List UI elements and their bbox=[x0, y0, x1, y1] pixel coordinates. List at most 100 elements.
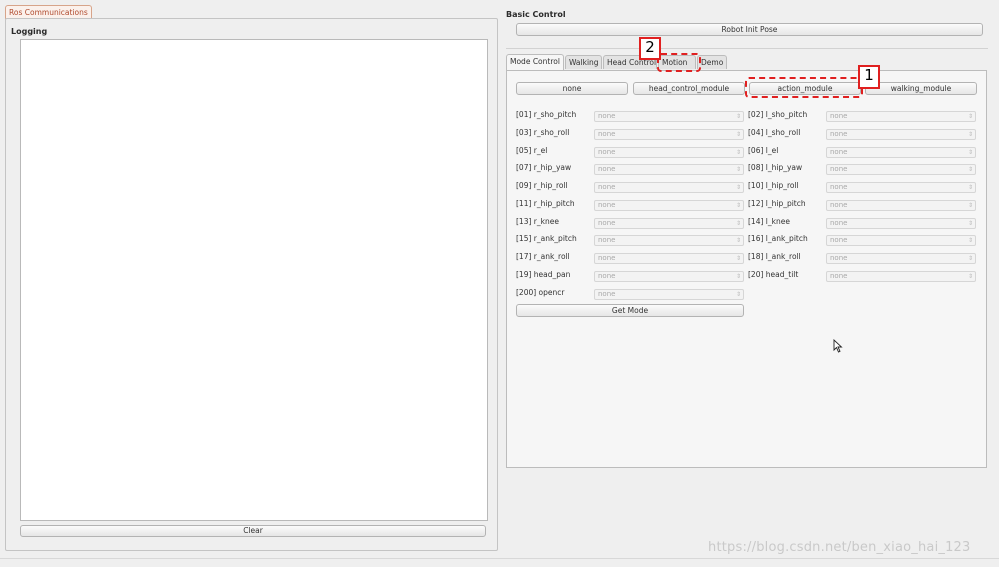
window-bottom-edge bbox=[0, 558, 999, 559]
dropdown-arrow-icon: ⇕ bbox=[735, 113, 741, 120]
joint-label: [10] l_hip_roll bbox=[748, 181, 799, 190]
joint-module-value: none bbox=[830, 218, 848, 227]
joint-module-select[interactable]: none ⇕ bbox=[826, 217, 976, 229]
dropdown-arrow-icon: ⇕ bbox=[967, 148, 973, 156]
joint-module-value: none bbox=[830, 254, 848, 262]
joint-module-value: none bbox=[830, 129, 848, 138]
joint-module-value: none bbox=[598, 129, 616, 138]
joint-module-select[interactable]: none ⇕ bbox=[594, 217, 744, 229]
logging-title: Logging bbox=[11, 27, 48, 36]
joint-module-value: none bbox=[830, 112, 848, 120]
joint-module-value: none bbox=[598, 147, 616, 156]
head-control-module-button[interactable]: head_control_module bbox=[633, 82, 745, 95]
clear-button[interactable]: Clear bbox=[20, 525, 486, 537]
joint-label: [05] r_el bbox=[516, 145, 548, 155]
joint-module-select[interactable]: none ⇕ bbox=[826, 253, 976, 264]
joint-label: [13] r_knee bbox=[516, 216, 559, 226]
joint-module-select[interactable]: none ⇕ bbox=[826, 146, 976, 158]
joint-label: [14] l_knee bbox=[748, 216, 790, 226]
dropdown-arrow-icon: ⇕ bbox=[967, 272, 973, 280]
joint-label: [09] r_hip_roll bbox=[516, 181, 568, 190]
joint-module-select[interactable]: none ⇕ bbox=[826, 128, 976, 140]
joint-module-select[interactable]: none ⇕ bbox=[594, 111, 744, 122]
joint-module-select[interactable]: none ⇕ bbox=[594, 128, 744, 140]
dropdown-arrow-icon: ⇕ bbox=[967, 237, 973, 245]
joint-module-value: none bbox=[598, 200, 616, 209]
joint-label: [11] r_hip_pitch bbox=[516, 198, 575, 208]
dropdown-arrow-icon: ⇕ bbox=[735, 219, 741, 227]
joint-label: [08] l_hip_yaw bbox=[748, 163, 803, 173]
tab-walking[interactable]: Walking bbox=[565, 55, 602, 69]
dropdown-arrow-icon: ⇕ bbox=[735, 184, 741, 191]
joint-label: [07] r_hip_yaw bbox=[516, 163, 572, 173]
tab-ros-communications[interactable]: Ros Communications bbox=[5, 5, 92, 19]
tab-demo[interactable]: Demo bbox=[697, 55, 727, 69]
joint-label: [12] l_hip_pitch bbox=[748, 198, 806, 208]
joint-label: [200] opencr bbox=[516, 287, 565, 297]
joint-module-value: none bbox=[830, 147, 848, 156]
joint-module-select[interactable]: none ⇕ bbox=[826, 199, 976, 211]
joint-module-select[interactable]: none ⇕ bbox=[594, 199, 744, 211]
annotation-number-1: 1 bbox=[858, 65, 880, 89]
dropdown-arrow-icon: ⇕ bbox=[967, 201, 973, 209]
joint-module-value: none bbox=[598, 254, 616, 262]
dropdown-arrow-icon: ⇕ bbox=[967, 184, 973, 191]
mouse-cursor-icon bbox=[833, 339, 843, 353]
dropdown-arrow-icon: ⇕ bbox=[735, 148, 741, 156]
joint-module-select[interactable]: none ⇕ bbox=[594, 288, 744, 300]
joint-label: [20] head_tilt bbox=[748, 269, 799, 279]
joint-module-value: none bbox=[598, 218, 616, 227]
joint-module-value: none bbox=[598, 112, 616, 120]
joint-module-value: none bbox=[830, 165, 848, 174]
watermark: https://blog.csdn.net/ben_xiao_hai_123 bbox=[708, 540, 971, 555]
dropdown-arrow-icon: ⇕ bbox=[735, 272, 741, 280]
dropdown-arrow-icon: ⇕ bbox=[967, 255, 973, 262]
joint-label: [02] l_sho_pitch bbox=[748, 110, 808, 119]
annotation-box-2 bbox=[657, 53, 701, 72]
joint-module-value: none bbox=[830, 200, 848, 209]
joint-module-select[interactable]: none ⇕ bbox=[594, 253, 744, 264]
joint-module-select[interactable]: none ⇕ bbox=[594, 182, 744, 193]
joint-module-value: none bbox=[598, 183, 616, 191]
joint-module-value: none bbox=[830, 236, 848, 245]
dropdown-arrow-icon: ⇕ bbox=[735, 290, 741, 298]
joint-label: [16] l_ank_pitch bbox=[748, 234, 808, 244]
joint-label: [17] r_ank_roll bbox=[516, 252, 570, 261]
joint-module-select[interactable]: none ⇕ bbox=[826, 182, 976, 193]
dropdown-arrow-icon: ⇕ bbox=[735, 237, 741, 245]
joint-module-value: none bbox=[598, 289, 616, 298]
annotation-number-2: 2 bbox=[639, 37, 661, 60]
joint-module-select[interactable]: none ⇕ bbox=[594, 146, 744, 158]
joint-module-select[interactable]: none ⇕ bbox=[594, 235, 744, 247]
joint-label: [15] r_ank_pitch bbox=[516, 234, 577, 244]
dropdown-arrow-icon: ⇕ bbox=[735, 130, 741, 138]
joint-module-value: none bbox=[598, 236, 616, 245]
logging-textarea[interactable] bbox=[20, 39, 488, 521]
joint-module-select[interactable]: none ⇕ bbox=[826, 111, 976, 122]
annotation-box-1 bbox=[745, 77, 863, 98]
joint-module-select[interactable]: none ⇕ bbox=[594, 270, 744, 282]
joint-module-select[interactable]: none ⇕ bbox=[826, 235, 976, 247]
robot-init-pose-button[interactable]: Robot Init Pose bbox=[516, 23, 983, 36]
tab-mode-control[interactable]: Mode Control bbox=[506, 54, 564, 70]
dropdown-arrow-icon: ⇕ bbox=[967, 113, 973, 120]
dropdown-arrow-icon: ⇕ bbox=[735, 166, 741, 174]
module-none-button[interactable]: none bbox=[516, 82, 628, 95]
joint-label: [03] r_sho_roll bbox=[516, 127, 570, 137]
joint-module-value: none bbox=[598, 271, 616, 280]
joint-label: [04] l_sho_roll bbox=[748, 127, 801, 137]
basic-control-title: Basic Control bbox=[506, 10, 566, 19]
joint-module-select[interactable]: none ⇕ bbox=[826, 164, 976, 176]
walking-module-button[interactable]: walking_module bbox=[865, 82, 977, 95]
joint-module-select[interactable]: none ⇕ bbox=[594, 164, 744, 176]
dropdown-arrow-icon: ⇕ bbox=[967, 130, 973, 138]
divider bbox=[506, 48, 988, 49]
dropdown-arrow-icon: ⇕ bbox=[967, 219, 973, 227]
get-mode-button[interactable]: Get Mode bbox=[516, 304, 744, 317]
joint-label: [01] r_sho_pitch bbox=[516, 110, 577, 119]
joint-label: [19] head_pan bbox=[516, 269, 571, 279]
joint-label: [06] l_el bbox=[748, 145, 779, 155]
joint-module-value: none bbox=[830, 271, 848, 280]
dropdown-arrow-icon: ⇕ bbox=[967, 166, 973, 174]
joint-module-select[interactable]: none ⇕ bbox=[826, 270, 976, 282]
